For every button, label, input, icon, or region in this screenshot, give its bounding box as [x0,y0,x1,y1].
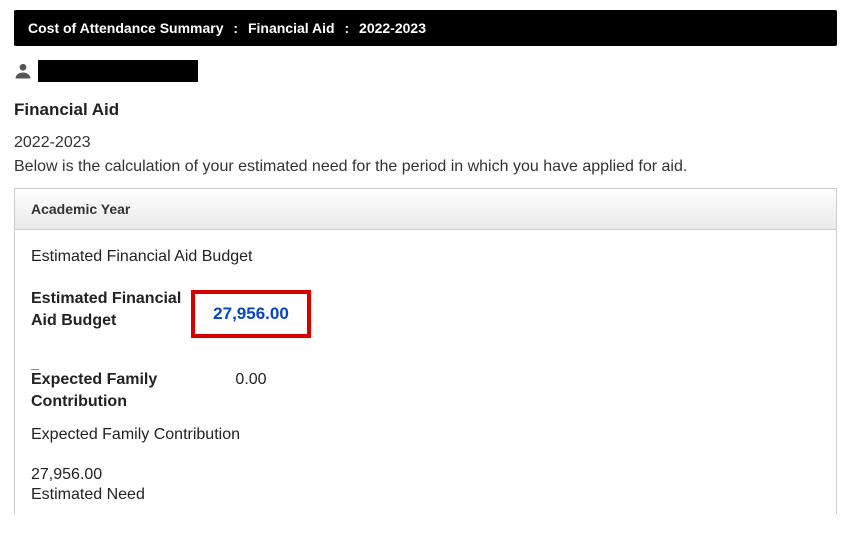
aid-year: 2022-2023 [14,134,837,152]
description: Below is the calculation of your estimat… [14,158,837,176]
estimated-need-value: 27,956.00 [31,466,820,484]
budget-value-wrap: 27,956.00 [191,288,311,338]
user-name-redacted [38,60,198,82]
budget-subhead: Estimated Financial Aid Budget [31,248,820,266]
panel-header: Academic Year [15,189,836,230]
budget-row: Estimated Financial Aid Budget 27,956.00 [31,288,820,338]
breadcrumb: Cost of Attendance Summary : Financial A… [14,10,837,46]
efc-plain-text: Expected Family Contribution [31,426,820,444]
budget-highlight-box: 27,956.00 [191,290,311,338]
breadcrumb-sep-2: : [344,20,349,36]
section-title: Financial Aid [14,100,837,120]
budget-label: Estimated Financial Aid Budget [31,288,191,331]
academic-year-panel: Academic Year Estimated Financial Aid Bu… [14,188,837,514]
panel-body: Estimated Financial Aid Budget Estimated… [15,230,836,514]
estimated-need-label: Estimated Need [31,486,820,504]
budget-value: 27,956.00 [213,304,289,323]
separator-line: _ [31,358,820,369]
person-icon [14,62,32,80]
breadcrumb-sep-1: : [233,20,238,36]
efc-label: Expected Family Contribution [31,369,191,412]
efc-row: Expected Family Contribution 0.00 [31,369,820,412]
breadcrumb-part-1: Cost of Attendance Summary [28,20,224,36]
breadcrumb-part-3: 2022-2023 [359,20,426,36]
user-row [14,60,837,82]
efc-value: 0.00 [191,369,311,389]
breadcrumb-part-2: Financial Aid [248,20,335,36]
